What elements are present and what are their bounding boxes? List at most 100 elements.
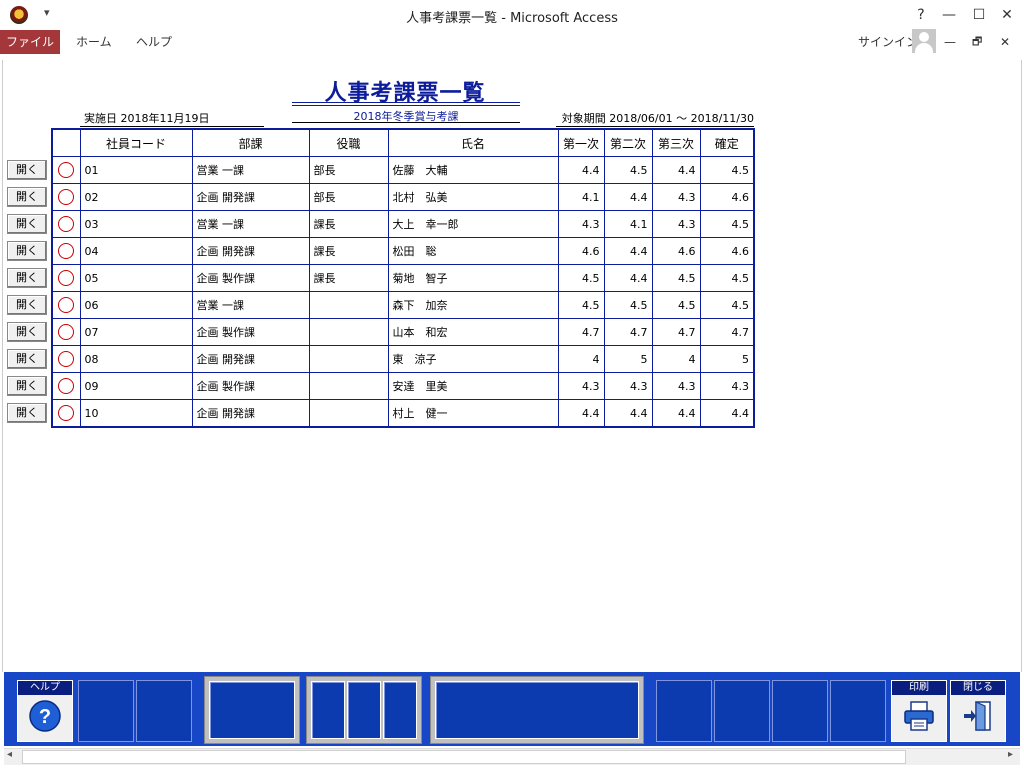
score-third-cell: 4.5 bbox=[651, 291, 701, 319]
table-row[interactable]: 07 企画 製作課 山本 和宏 4.7 4.7 4.7 4.7 bbox=[51, 318, 755, 346]
score-final-cell: 4.5 bbox=[699, 291, 755, 319]
employee-code-cell: 08 bbox=[79, 345, 193, 373]
empty-slot-5 bbox=[347, 681, 381, 739]
score-first-cell: 4 bbox=[557, 345, 605, 373]
employee-name-cell: 山本 和宏 bbox=[387, 318, 559, 346]
avatar[interactable] bbox=[912, 29, 936, 53]
scroll-left-arrow-icon[interactable]: ◂ bbox=[7, 749, 12, 760]
close-button[interactable]: 閉じる bbox=[950, 680, 1006, 742]
position-cell bbox=[308, 345, 389, 373]
table-row[interactable]: 04 企画 開発課 課長 松田 聡 4.6 4.4 4.6 4.6 bbox=[51, 237, 755, 265]
row-mark-cell[interactable] bbox=[51, 156, 81, 184]
help-toolbar-button[interactable]: ヘルプ ? bbox=[17, 680, 73, 742]
row-mark-cell[interactable] bbox=[51, 291, 81, 319]
employee-name-cell: 佐藤 大輔 bbox=[387, 156, 559, 184]
position-cell bbox=[308, 318, 389, 346]
col-header-first: 第一次 bbox=[557, 128, 605, 157]
red-circle-icon bbox=[58, 243, 75, 259]
table-row[interactable]: 01 営業 一課 部長 佐藤 大輔 4.4 4.5 4.4 4.5 bbox=[51, 156, 755, 184]
score-final-cell: 4.6 bbox=[699, 183, 755, 211]
exit-door-icon bbox=[964, 701, 991, 731]
row-mark-cell[interactable] bbox=[51, 237, 81, 265]
tab-file[interactable]: ファイル bbox=[0, 30, 60, 54]
open-record-button[interactable]: 開く bbox=[7, 187, 47, 207]
table-row[interactable]: 08 企画 開発課東 涼子 4 5 4 5 bbox=[51, 345, 755, 373]
open-record-button[interactable]: 開く bbox=[7, 160, 47, 180]
employee-name-cell: 大上 幸一郎 bbox=[387, 210, 559, 238]
score-first-cell: 4.6 bbox=[557, 237, 605, 265]
empty-slot-8 bbox=[656, 680, 712, 742]
department-cell: 営業 一課 bbox=[191, 210, 310, 238]
help-caption: ヘルプ bbox=[18, 681, 72, 695]
score-final-cell: 4.5 bbox=[699, 264, 755, 292]
employee-code-cell: 06 bbox=[79, 291, 193, 319]
row-mark-cell[interactable] bbox=[51, 318, 81, 346]
table-row[interactable]: 05 企画 製作課 課長 菊地 智子 4.5 4.4 4.5 4.5 bbox=[51, 264, 755, 292]
employee-code-cell: 04 bbox=[79, 237, 193, 265]
print-button[interactable]: 印刷 bbox=[891, 680, 947, 742]
row-mark-cell[interactable] bbox=[51, 399, 81, 428]
row-mark-cell[interactable] bbox=[51, 372, 81, 400]
score-third-cell: 4.5 bbox=[651, 264, 701, 292]
score-first-cell: 4.5 bbox=[557, 264, 605, 292]
evaluation-table: 社員コード 部課 役職 氏名 第一次 第二次 第三次 確定 01 営業 一課 部長佐… bbox=[51, 128, 755, 428]
tab-help[interactable]: ヘルプ bbox=[136, 30, 172, 54]
maximize-button[interactable]: ☐ bbox=[964, 4, 994, 26]
open-record-button[interactable]: 開く bbox=[7, 403, 47, 423]
score-third-cell: 4.3 bbox=[651, 210, 701, 238]
open-record-button[interactable]: 開く bbox=[7, 268, 47, 288]
close-caption: 閉じる bbox=[951, 681, 1005, 695]
col-header-dept: 部課 bbox=[191, 128, 310, 157]
table-header-row: 社員コード 部課 役職 氏名 第一次 第二次 第三次 確定 bbox=[51, 128, 755, 157]
empty-slot-9 bbox=[714, 680, 770, 742]
score-first-cell: 4.7 bbox=[557, 318, 605, 346]
open-record-button[interactable]: 開く bbox=[7, 376, 47, 396]
employee-name-cell: 森下 加奈 bbox=[387, 291, 559, 319]
table-row[interactable]: 02 企画 開発課 部長 北村 弘美 4.1 4.4 4.3 4.6 bbox=[51, 183, 755, 211]
table-row[interactable]: 10 企画 開発課 村上 健一 4.4 4.4 4.4 4.4 bbox=[51, 399, 755, 428]
minimize-button[interactable]: — bbox=[934, 4, 964, 26]
score-final-cell: 4.6 bbox=[699, 237, 755, 265]
position-cell: 部長 bbox=[308, 183, 389, 211]
open-record-button[interactable]: 開く bbox=[7, 214, 47, 234]
row-mark-cell[interactable] bbox=[51, 183, 81, 211]
employee-name-cell: 安達 里美 bbox=[387, 372, 559, 400]
table-row[interactable]: 06 営業 一課 森下 加奈 4.5 4.5 4.5 4.5 bbox=[51, 291, 755, 319]
red-circle-icon bbox=[58, 270, 75, 286]
title-underline-2 bbox=[292, 105, 520, 106]
row-mark-cell[interactable] bbox=[51, 345, 81, 373]
ribbon-minimize-button[interactable]: — bbox=[944, 30, 956, 54]
position-cell: 課長 bbox=[308, 264, 389, 292]
score-final-cell: 4.7 bbox=[699, 318, 755, 346]
score-third-cell: 4.3 bbox=[651, 372, 701, 400]
row-mark-cell[interactable] bbox=[51, 264, 81, 292]
row-mark-cell[interactable] bbox=[51, 210, 81, 238]
department-cell: 企画 開発課 bbox=[191, 399, 310, 428]
open-record-button[interactable]: 開く bbox=[7, 241, 47, 261]
restore-button[interactable]: 🗗 bbox=[972, 30, 982, 54]
table-row[interactable]: 09 企画 製作課 安達 里美 4.3 4.3 4.3 4.3 bbox=[51, 372, 755, 400]
open-record-button[interactable]: 開く bbox=[7, 322, 47, 342]
col-header-third: 第三次 bbox=[651, 128, 701, 157]
position-cell bbox=[308, 399, 389, 428]
table-row[interactable]: 03 営業 一課 課長 大上 幸一郎 4.3 4.1 4.3 4.5 bbox=[51, 210, 755, 238]
col-header-name: 氏名 bbox=[387, 128, 559, 157]
open-record-button[interactable]: 開く bbox=[7, 349, 47, 369]
signin-link[interactable]: サインイン bbox=[858, 30, 918, 54]
close-form-button[interactable]: ✕ bbox=[1000, 30, 1010, 54]
scrollbar-thumb[interactable] bbox=[22, 750, 906, 764]
score-third-cell: 4.6 bbox=[651, 237, 701, 265]
help-button[interactable]: ? bbox=[906, 4, 936, 26]
svg-text:?: ? bbox=[39, 706, 51, 728]
scroll-right-arrow-icon[interactable]: ▸ bbox=[1008, 749, 1013, 760]
empty-slot-10 bbox=[772, 680, 828, 742]
empty-slot-1 bbox=[78, 680, 134, 742]
empty-slot-11 bbox=[830, 680, 886, 742]
close-window-button[interactable]: ✕ bbox=[992, 4, 1022, 26]
empty-slot-6 bbox=[383, 681, 417, 739]
col-header-position: 役職 bbox=[308, 128, 389, 157]
tab-home[interactable]: ホーム bbox=[76, 30, 112, 54]
employee-code-cell: 05 bbox=[79, 264, 193, 292]
open-record-button[interactable]: 開く bbox=[7, 295, 47, 315]
red-circle-icon bbox=[58, 378, 75, 394]
